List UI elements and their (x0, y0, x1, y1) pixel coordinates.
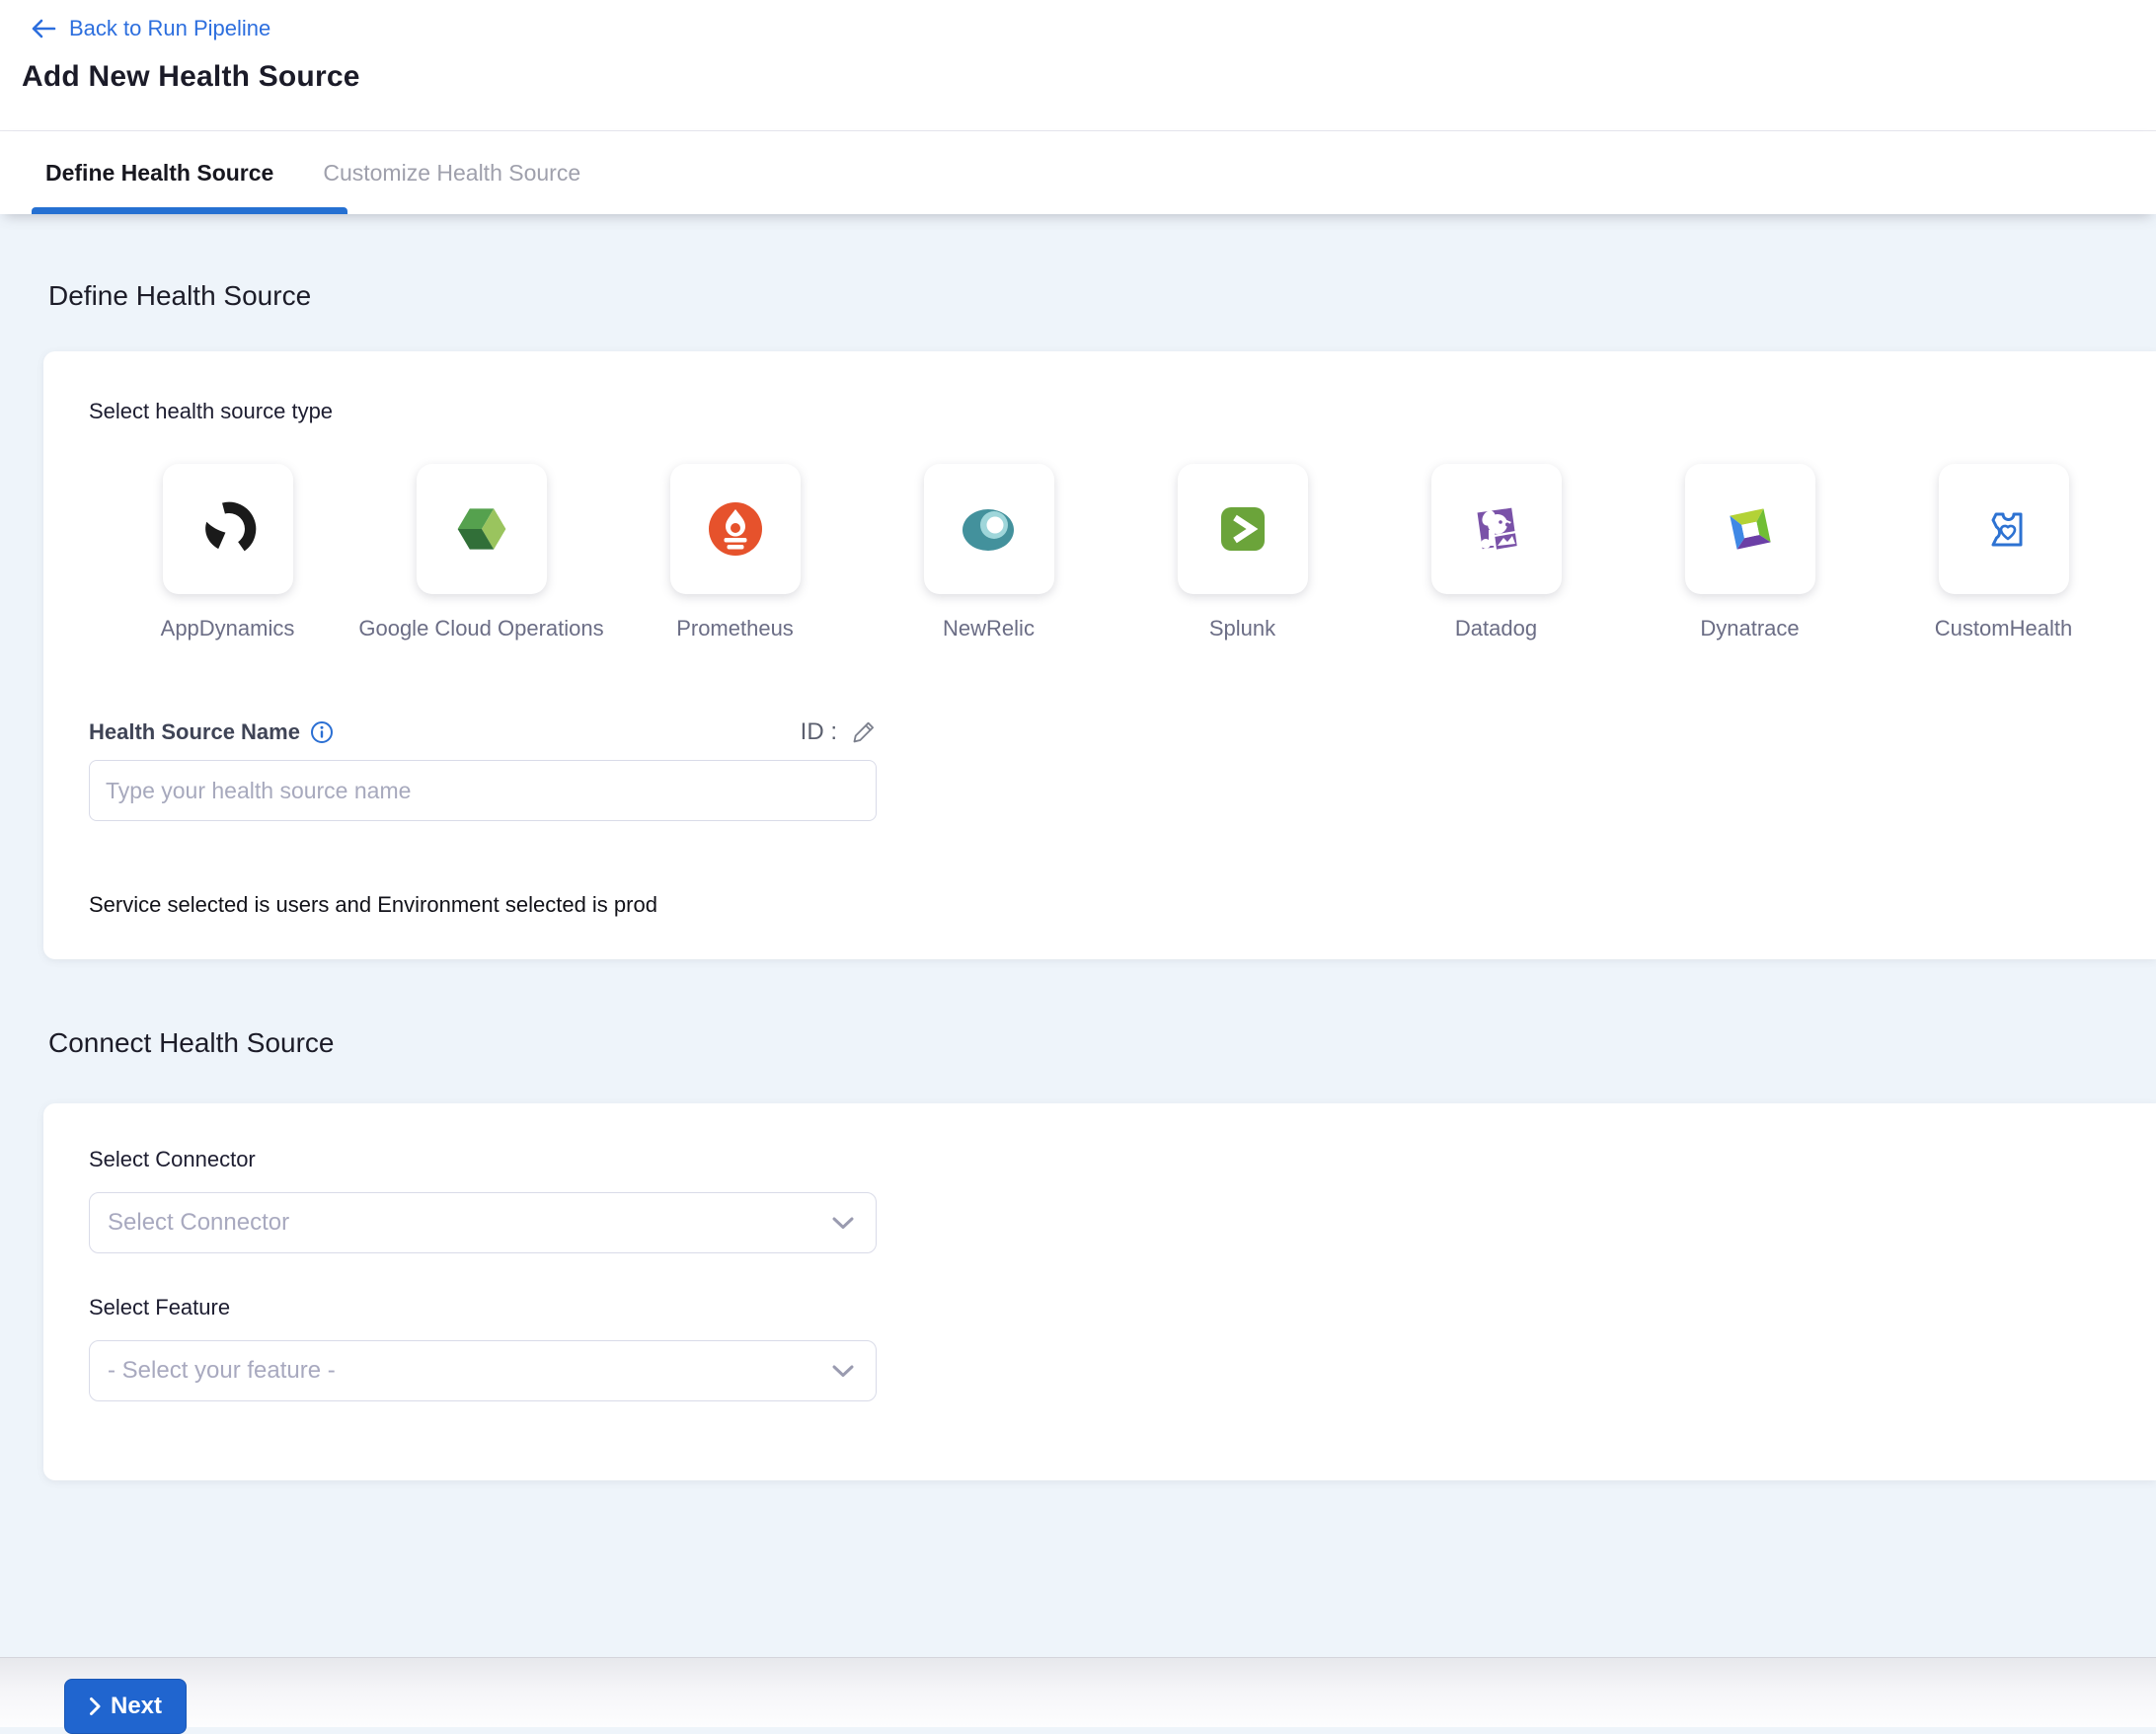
define-health-source-card: Select health source type AppDynamics (43, 351, 2156, 959)
edit-pencil-icon[interactable] (851, 719, 877, 745)
connect-health-source-card: Select Connector Select Connector Select… (43, 1103, 2156, 1480)
source-type-splunk[interactable]: Splunk (1116, 464, 1369, 641)
prometheus-icon (704, 497, 767, 561)
page-title: Add New Health Source (22, 60, 2156, 94)
health-source-name-row: Health Source Name ID : (89, 718, 877, 746)
datadog-tile[interactable] (1431, 464, 1562, 594)
tile-label: CustomHealth (1935, 616, 2072, 641)
tile-label: NewRelic (943, 616, 1035, 641)
select-feature-label: Select Feature (89, 1295, 2156, 1320)
select-source-type-label: Select health source type (89, 399, 2156, 424)
main-content: Define Health Source Select health sourc… (0, 214, 2156, 1480)
source-type-prometheus[interactable]: Prometheus (608, 464, 862, 641)
splunk-tile[interactable] (1178, 464, 1308, 594)
newrelic-tile[interactable] (924, 464, 1054, 594)
dynatrace-tile[interactable] (1685, 464, 1815, 594)
tab-define-health-source[interactable]: Define Health Source (45, 160, 273, 187)
footer-bar: Next (0, 1657, 2156, 1727)
appdynamics-tile[interactable] (163, 464, 293, 594)
tile-label: Splunk (1209, 616, 1275, 641)
define-section-heading: Define Health Source (48, 214, 2156, 313)
info-icon[interactable] (310, 720, 334, 744)
next-button-label: Next (111, 1693, 162, 1720)
google-cloud-operations-tile[interactable] (417, 464, 547, 594)
customhealth-icon (1972, 497, 2036, 561)
appdynamics-icon (195, 496, 261, 562)
source-type-tiles: AppDynamics Google Cloud Operations (101, 464, 2156, 641)
header-top: Back to Run Pipeline Add New Health Sour… (0, 0, 2156, 131)
chevron-down-icon (832, 1217, 854, 1230)
splunk-icon (1211, 497, 1274, 561)
tile-label: Google Cloud Operations (358, 616, 603, 641)
source-type-dynatrace[interactable]: Dynatrace (1623, 464, 1877, 641)
datadog-icon (1465, 497, 1528, 561)
tile-label: Datadog (1455, 616, 1537, 641)
back-link-label: Back to Run Pipeline (69, 16, 270, 41)
connect-section-heading: Connect Health Source (48, 1026, 2156, 1060)
customhealth-tile[interactable] (1939, 464, 2069, 594)
page-header: Back to Run Pipeline Add New Health Sour… (0, 0, 2156, 214)
tab-bar: Define Health Source Customize Health So… (0, 131, 2156, 214)
feature-placeholder: - Select your feature - (108, 1357, 336, 1385)
service-environment-note: Service selected is users and Environmen… (89, 892, 2156, 918)
id-label: ID : (801, 718, 837, 746)
connector-dropdown[interactable]: Select Connector (89, 1192, 877, 1253)
newrelic-icon (958, 497, 1021, 561)
tile-label: AppDynamics (161, 616, 295, 641)
source-type-google-cloud-operations[interactable]: Google Cloud Operations (354, 464, 608, 641)
chevron-right-icon (89, 1696, 102, 1716)
tile-label: Prometheus (676, 616, 794, 641)
tile-label: Dynatrace (1700, 616, 1799, 641)
source-type-datadog[interactable]: Datadog (1369, 464, 1623, 641)
source-type-newrelic[interactable]: NewRelic (862, 464, 1116, 641)
feature-dropdown[interactable]: - Select your feature - (89, 1340, 877, 1401)
dynatrace-icon (1720, 498, 1781, 560)
google-cloud-operations-icon (452, 499, 511, 559)
chevron-down-icon (832, 1365, 854, 1378)
tab-customize-health-source[interactable]: Customize Health Source (323, 160, 580, 187)
back-to-run-pipeline-link[interactable]: Back to Run Pipeline (31, 14, 2156, 43)
connector-placeholder: Select Connector (108, 1209, 289, 1237)
source-type-appdynamics[interactable]: AppDynamics (101, 464, 354, 641)
source-type-customhealth[interactable]: CustomHealth (1877, 464, 2130, 641)
active-tab-underline (32, 207, 347, 214)
select-connector-label: Select Connector (89, 1147, 2156, 1172)
health-source-name-label: Health Source Name (89, 719, 300, 745)
back-arrow-icon (31, 18, 56, 39)
next-button[interactable]: Next (64, 1679, 187, 1734)
prometheus-tile[interactable] (670, 464, 801, 594)
health-source-name-input[interactable] (89, 760, 877, 821)
